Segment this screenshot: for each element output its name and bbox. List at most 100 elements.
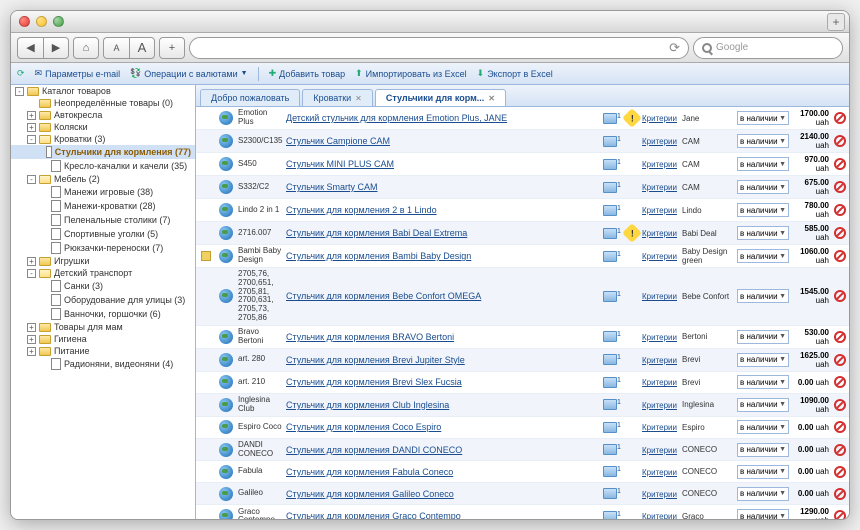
criteria-link[interactable]: Критерии [642, 512, 677, 519]
product-link[interactable]: Стульчик для кормления BRAVO Bertoni [286, 332, 454, 342]
stock-select[interactable]: в наличии▼ [737, 203, 789, 217]
reload-icon[interactable]: ⟳ [669, 40, 680, 56]
tab[interactable]: Кроватки✕ [302, 89, 373, 106]
product-link[interactable]: Стульчик для кормления Brevi Jupiter Sty… [286, 355, 465, 365]
expand-icon[interactable]: + [27, 123, 36, 132]
delete-icon[interactable] [834, 290, 846, 302]
table-row[interactable]: FabulaСтульчик для кормления Fabula Cone… [196, 461, 849, 483]
delete-icon[interactable] [834, 376, 846, 388]
tree-item[interactable]: +Автокресла [11, 109, 195, 121]
expand-icon[interactable]: + [27, 335, 36, 344]
product-link[interactable]: Стульчик Campione CAM [286, 136, 390, 146]
email-params-button[interactable]: ✉Параметры e-mail [35, 68, 121, 79]
delete-icon[interactable] [834, 444, 846, 456]
tree-item[interactable]: Стульчики для кормления (77) [11, 145, 195, 159]
monitor-icon[interactable] [603, 422, 617, 433]
delete-icon[interactable] [834, 331, 846, 343]
table-row[interactable]: Graco ContempoСтульчик для кормления Gra… [196, 505, 849, 519]
monitor-icon[interactable] [603, 331, 617, 342]
criteria-link[interactable]: Критерии [642, 229, 677, 238]
product-link[interactable]: Стульчик для кормления 2 в 1 Lindo [286, 205, 437, 215]
stock-select[interactable]: в наличии▼ [737, 226, 789, 240]
product-link[interactable]: Стульчик для кормления Coco Espiro [286, 422, 441, 432]
globe-icon[interactable] [219, 134, 233, 148]
tree-item[interactable]: Оборудование для улицы (3) [11, 293, 195, 307]
category-tree[interactable]: -Каталог товаровНеопределённые товары (0… [11, 85, 196, 519]
stock-select[interactable]: в наличии▼ [737, 353, 789, 367]
stock-select[interactable]: в наличии▼ [737, 134, 789, 148]
globe-icon[interactable] [219, 375, 233, 389]
back-button[interactable]: ◀ [17, 37, 43, 59]
tree-item[interactable]: Санки (3) [11, 279, 195, 293]
table-row[interactable]: Lindo 2 in 1Стульчик для кормления 2 в 1… [196, 199, 849, 222]
globe-icon[interactable] [219, 398, 233, 412]
delete-icon[interactable] [834, 135, 846, 147]
search-input[interactable]: Google [693, 37, 843, 59]
expand-icon[interactable]: - [27, 175, 36, 184]
tab-close-icon[interactable]: ✕ [488, 94, 495, 103]
home-button[interactable]: ⌂ [73, 37, 99, 59]
tree-item[interactable]: +Питание [11, 345, 195, 357]
tree-item[interactable]: +Товары для мам [11, 321, 195, 333]
product-link[interactable]: Стульчик для кормления DANDI CONECO [286, 445, 462, 455]
tree-item[interactable]: -Детский транспорт [11, 267, 195, 279]
criteria-link[interactable]: Критерии [642, 356, 677, 365]
table-row[interactable]: Bravo BertoniСтульчик для кормления BRAV… [196, 326, 849, 349]
stock-select[interactable]: в наличии▼ [737, 157, 789, 171]
monitor-icon[interactable] [603, 466, 617, 477]
tree-item[interactable]: Манежи игровые (38) [11, 185, 195, 199]
product-link[interactable]: Стульчик для кормления Fabula Coneco [286, 467, 453, 477]
tree-item[interactable]: Неопределённые товары (0) [11, 97, 195, 109]
monitor-icon[interactable] [603, 251, 617, 262]
refresh-tool[interactable]: ⟳ [17, 68, 25, 79]
stock-select[interactable]: в наличии▼ [737, 443, 789, 457]
close-window-button[interactable] [19, 16, 30, 27]
tree-item[interactable]: Кресло-качалки и качели (35) [11, 159, 195, 173]
stock-select[interactable]: в наличии▼ [737, 398, 789, 412]
product-link[interactable]: Детский стульчик для кормления Emotion P… [286, 113, 507, 123]
tree-item[interactable]: -Каталог товаров [11, 85, 195, 97]
globe-icon[interactable] [219, 487, 233, 501]
expand-icon[interactable]: + [27, 257, 36, 266]
monitor-icon[interactable] [603, 136, 617, 147]
table-row[interactable]: S450Стульчик MINI PLUS CAM1КритерииCAMв … [196, 153, 849, 176]
table-row[interactable]: S332/C2Стульчик Smarty CAM1КритерииCAMв … [196, 176, 849, 199]
tree-item[interactable]: Ванночки, горшочки (6) [11, 307, 195, 321]
table-row[interactable]: S2300/C135Стульчик Campione CAM1Критерии… [196, 130, 849, 153]
globe-icon[interactable] [219, 509, 233, 519]
tab[interactable]: Добро пожаловать [200, 89, 300, 106]
import-excel-button[interactable]: ⬆Импортировать из Excel [355, 68, 467, 79]
product-link[interactable]: Стульчик MINI PLUS CAM [286, 159, 394, 169]
delete-icon[interactable] [834, 510, 846, 519]
new-tab-button[interactable]: + [827, 13, 845, 31]
criteria-link[interactable]: Критерии [642, 333, 677, 342]
globe-icon[interactable] [219, 111, 233, 125]
expand-icon[interactable]: - [27, 135, 36, 144]
globe-icon[interactable] [219, 289, 233, 303]
monitor-icon[interactable] [603, 113, 617, 124]
stock-select[interactable]: в наличии▼ [737, 330, 789, 344]
product-grid[interactable]: Emotion PlusДетский стульчик для кормлен… [196, 107, 849, 519]
monitor-icon[interactable] [603, 205, 617, 216]
tree-item[interactable]: -Кроватки (3) [11, 133, 195, 145]
delete-icon[interactable] [834, 227, 846, 239]
monitor-icon[interactable] [603, 377, 617, 388]
criteria-link[interactable]: Критерии [642, 252, 677, 261]
tab[interactable]: Стульчики для корм...✕ [375, 89, 506, 106]
criteria-link[interactable]: Критерии [642, 183, 677, 192]
font-small-button[interactable]: A [103, 37, 129, 59]
delete-icon[interactable] [834, 204, 846, 216]
criteria-link[interactable]: Критерии [642, 160, 677, 169]
delete-icon[interactable] [834, 112, 846, 124]
stock-select[interactable]: в наличии▼ [737, 420, 789, 434]
monitor-icon[interactable] [603, 399, 617, 410]
product-link[interactable]: Стульчик для кормления Club Inglesina [286, 400, 449, 410]
monitor-icon[interactable] [603, 444, 617, 455]
table-row[interactable]: GalileoСтульчик для кормления Galileo Co… [196, 483, 849, 505]
add-button[interactable]: + [159, 37, 185, 59]
globe-icon[interactable] [219, 330, 233, 344]
monitor-icon[interactable] [603, 182, 617, 193]
font-large-button[interactable]: A [129, 37, 155, 59]
stock-select[interactable]: в наличии▼ [737, 180, 789, 194]
criteria-link[interactable]: Критерии [642, 137, 677, 146]
